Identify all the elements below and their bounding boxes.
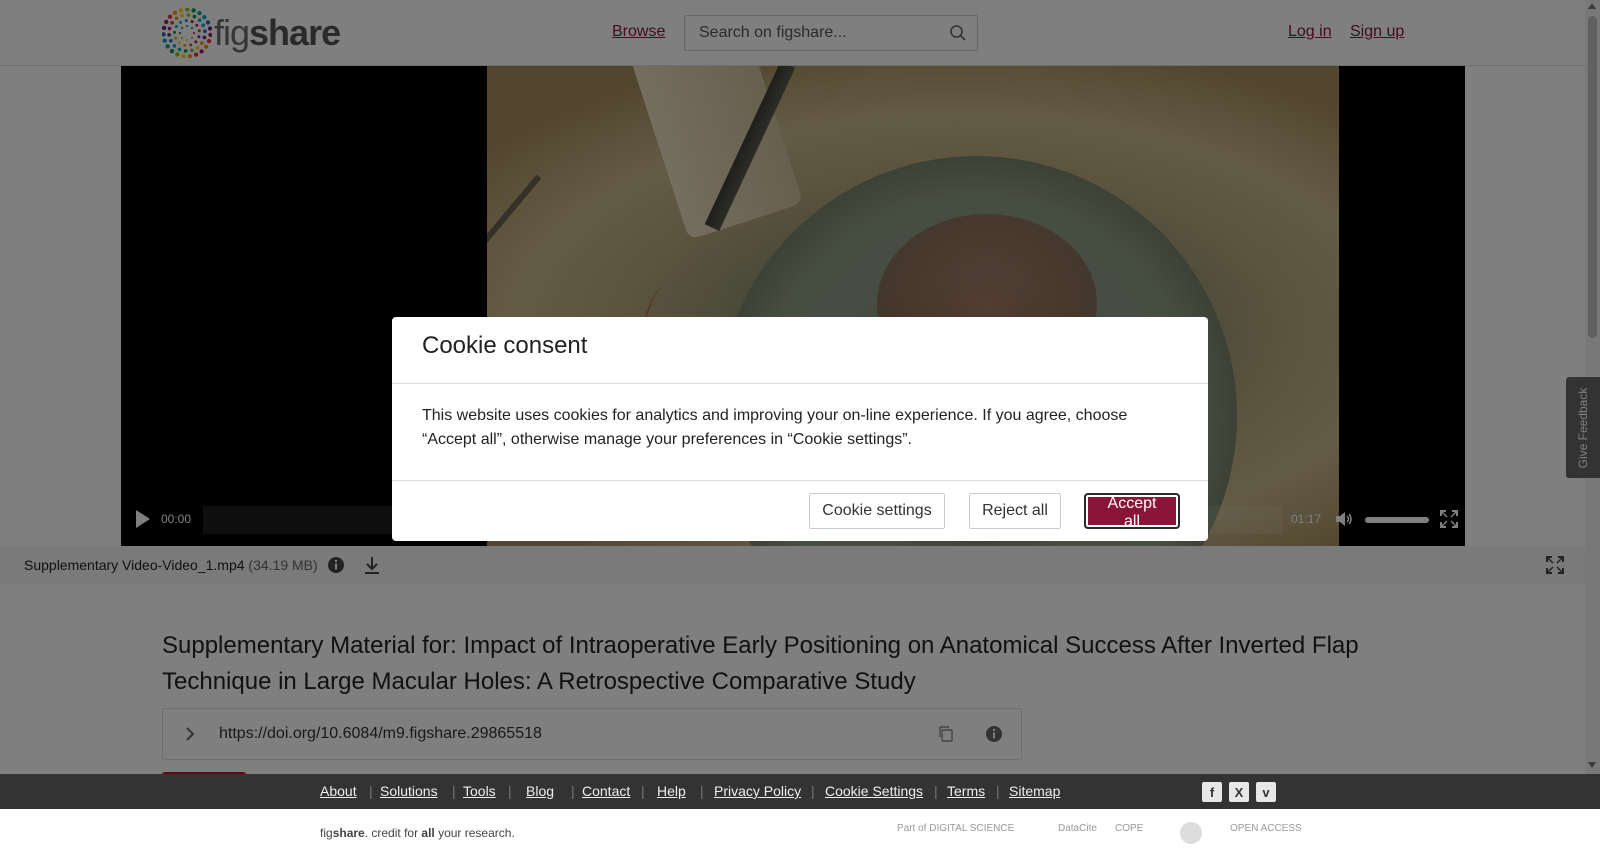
divider: [392, 480, 1208, 481]
footer-separator: |: [996, 783, 1000, 799]
footer-link-contact[interactable]: Contact: [582, 783, 630, 799]
footer-link-tools[interactable]: Tools: [463, 783, 496, 799]
footer-link-cookie-settings[interactable]: Cookie Settings: [825, 783, 923, 799]
open-access-logo[interactable]: OPEN ACCESS: [1230, 823, 1302, 834]
footer-bottom: figshare. credit for all your research. …: [0, 809, 1600, 857]
vimeo-icon[interactable]: v: [1256, 782, 1276, 802]
footer-link-sitemap[interactable]: Sitemap: [1009, 783, 1060, 799]
facebook-icon[interactable]: f: [1202, 782, 1222, 802]
partner-seal-logo[interactable]: [1180, 822, 1202, 844]
divider: [392, 383, 1208, 384]
footer-link-help[interactable]: Help: [657, 783, 686, 799]
footer-separator: |: [934, 783, 938, 799]
datacite-logo[interactable]: DataCite: [1058, 823, 1097, 834]
accept-all-button[interactable]: Accept all: [1084, 493, 1180, 530]
cookie-settings-button[interactable]: Cookie settings: [809, 493, 945, 529]
cope-logo[interactable]: COPE: [1115, 823, 1143, 834]
footer-link-terms[interactable]: Terms: [947, 783, 985, 799]
footer-separator: |: [811, 783, 815, 799]
reject-all-button[interactable]: Reject all: [969, 493, 1061, 529]
digital-science-logo[interactable]: Part of DIGITAL SCIENCE: [897, 823, 1014, 834]
footer-separator: |: [508, 783, 512, 799]
cookie-consent-dialog: Cookie consent This website uses cookies…: [392, 317, 1208, 541]
footer-separator: |: [700, 783, 704, 799]
footer-link-blog[interactable]: Blog: [526, 783, 554, 799]
footer-tagline: figshare. credit for all your research.: [320, 826, 515, 840]
footer-link-privacy-policy[interactable]: Privacy Policy: [714, 783, 801, 799]
footer-separator: |: [571, 783, 575, 799]
footer-link-about[interactable]: About: [320, 783, 357, 799]
footer-link-solutions[interactable]: Solutions: [380, 783, 438, 799]
footer-separator: |: [641, 783, 645, 799]
footer-separator: |: [452, 783, 456, 799]
footer-separator: |: [369, 783, 373, 799]
cookie-dialog-body: This website uses cookies for analytics …: [422, 407, 1128, 448]
cookie-dialog-title: Cookie consent: [422, 332, 588, 359]
footer-links-bar: About | Solutions | Tools | Blog | Conta…: [0, 774, 1600, 809]
x-twitter-icon[interactable]: X: [1229, 782, 1249, 802]
